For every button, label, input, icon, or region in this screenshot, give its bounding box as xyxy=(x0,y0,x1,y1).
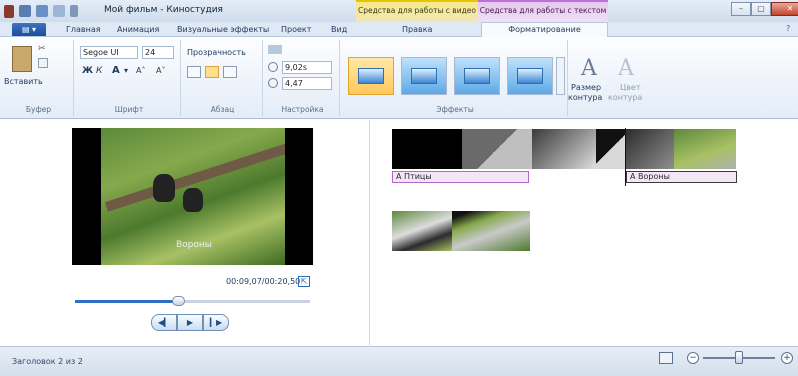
app-icon[interactable] xyxy=(4,4,14,18)
outline-size-icon: A xyxy=(581,56,597,81)
maximize-button[interactable]: ▢ xyxy=(751,2,771,16)
close-button[interactable]: ✕ xyxy=(771,2,798,16)
group-setup: 9,02s 4,47 Настройка xyxy=(266,40,340,116)
outline-color-button[interactable]: Цвет xyxy=(620,83,641,92)
zoom-in-button[interactable]: + xyxy=(781,352,793,364)
undo-icon[interactable] xyxy=(36,5,48,17)
zoom-slider-thumb[interactable] xyxy=(735,351,743,364)
text-color-icon[interactable] xyxy=(268,45,282,54)
thumbnail-size-icon[interactable] xyxy=(659,352,673,364)
tab-view[interactable]: Вид xyxy=(331,25,347,34)
effect-fly-icon xyxy=(464,68,490,84)
clip-crows-4[interactable] xyxy=(674,129,736,169)
start-time-input[interactable]: 9,02s xyxy=(282,61,332,74)
window-title: Мой фильм - Киностудия xyxy=(104,5,223,15)
grow-font-button[interactable]: A˄ xyxy=(136,66,145,75)
cut-icon[interactable]: ✂ xyxy=(38,44,48,54)
minimize-button[interactable]: – xyxy=(731,2,751,16)
customize-quick-access-icon[interactable] xyxy=(70,5,78,17)
outline-color-icon: A xyxy=(618,56,634,81)
help-icon[interactable]: ? xyxy=(786,24,790,33)
effect-scroll-icon xyxy=(517,68,543,84)
bold-button[interactable]: Ж xyxy=(82,66,93,76)
font-size-select[interactable]: 24 xyxy=(142,46,174,59)
tab-animation[interactable]: Анимация xyxy=(117,25,159,34)
paste-icon[interactable] xyxy=(12,46,32,72)
context-label-video: Средства для работы с видео xyxy=(357,6,476,15)
font-family-select[interactable]: Segoe UI xyxy=(80,46,138,59)
outline-size-label: контура xyxy=(568,93,603,102)
window-controls: – ▢ ✕ xyxy=(731,2,798,16)
context-label-text: Средства для работы с текстом xyxy=(479,6,607,15)
clip-transition[interactable] xyxy=(462,129,532,169)
outline-size-button[interactable]: Размер xyxy=(571,83,601,92)
group-label-font: Шрифт xyxy=(114,105,144,114)
crow-right xyxy=(183,188,203,212)
tab-project[interactable]: Проект xyxy=(281,25,311,34)
paste-button[interactable]: Вставить xyxy=(4,77,43,86)
status-text: Заголовок 2 из 2 xyxy=(12,357,83,366)
clip-crows-1[interactable] xyxy=(532,129,596,169)
effect-fade[interactable] xyxy=(401,57,447,95)
start-time-icon xyxy=(268,62,278,72)
copy-icon[interactable] xyxy=(38,58,48,68)
outline-color-label: контура xyxy=(608,93,643,102)
align-right-icon[interactable] xyxy=(223,66,237,78)
timecode: 00:09,07/00:20,50 xyxy=(226,277,301,286)
effects-gallery-scroll[interactable] xyxy=(556,57,565,95)
group-label-clipboard: Буфер xyxy=(25,105,52,114)
transport-controls: ◀▎ ▶ ▎▶ xyxy=(151,314,229,331)
clip-black[interactable] xyxy=(392,129,462,169)
redo-icon[interactable] xyxy=(53,5,65,17)
italic-button[interactable]: К xyxy=(96,66,102,76)
effect-fly[interactable] xyxy=(454,57,500,95)
pane-splitter[interactable] xyxy=(369,120,370,345)
play-button[interactable]: ▶ xyxy=(177,314,203,331)
group-clipboard: ✂ Вставить Буфер xyxy=(4,40,74,116)
status-bar xyxy=(0,346,798,376)
caption-ptitsy[interactable]: A Птицы xyxy=(392,171,529,183)
group-label-effects: Эффекты xyxy=(436,105,474,114)
fullscreen-button[interactable]: ⇱ xyxy=(298,276,310,287)
effect-scroll[interactable] xyxy=(507,57,553,95)
effect-none-icon xyxy=(358,68,384,84)
clip-row2-1[interactable] xyxy=(392,211,452,251)
file-menu-button[interactable]: ▤ ▾ xyxy=(12,23,46,36)
clip-crows-3[interactable] xyxy=(626,129,674,169)
tab-edit[interactable]: Правка xyxy=(402,25,432,34)
tab-visual-effects[interactable]: Визуальные эффекты xyxy=(177,25,269,34)
preview-title-text: Вороны xyxy=(176,240,212,250)
seek-bar-fill xyxy=(75,300,179,303)
align-center-icon[interactable] xyxy=(205,66,219,78)
save-icon[interactable] xyxy=(19,5,31,17)
next-frame-button[interactable]: ▎▶ xyxy=(203,314,229,331)
quick-access-toolbar xyxy=(4,3,78,19)
clip-row2-2[interactable] xyxy=(452,211,530,251)
duration-icon xyxy=(268,78,278,88)
zoom-out-button[interactable]: − xyxy=(687,352,699,364)
group-label-setup: Настройка xyxy=(281,105,324,114)
transparency-button[interactable]: Прозрачность xyxy=(187,48,246,57)
seek-thumb[interactable] xyxy=(172,296,186,306)
font-color-dropdown[interactable]: ▾ xyxy=(124,66,128,75)
caption-vorony[interactable]: A Вороны xyxy=(626,171,737,183)
previous-frame-button[interactable]: ◀▎ xyxy=(151,314,177,331)
font-color-button[interactable]: A xyxy=(112,65,120,76)
effect-fade-icon xyxy=(411,68,437,84)
shrink-font-button[interactable]: A˅ xyxy=(156,66,165,75)
group-font: Segoe UI 24 Ж К A ▾ A˄ A˅ Шрифт xyxy=(78,40,181,116)
align-left-icon[interactable] xyxy=(187,66,201,78)
duration-select[interactable]: 4,47 xyxy=(282,77,332,90)
effect-none[interactable] xyxy=(348,57,394,95)
group-label-paragraph: Абзац xyxy=(210,105,235,114)
group-paragraph: Прозрачность Абзац xyxy=(183,40,263,116)
clip-crows-2[interactable] xyxy=(596,129,626,169)
crow-left xyxy=(153,174,175,202)
tab-formatting[interactable]: Форматирование xyxy=(481,22,608,38)
tab-home[interactable]: Главная xyxy=(66,25,101,34)
